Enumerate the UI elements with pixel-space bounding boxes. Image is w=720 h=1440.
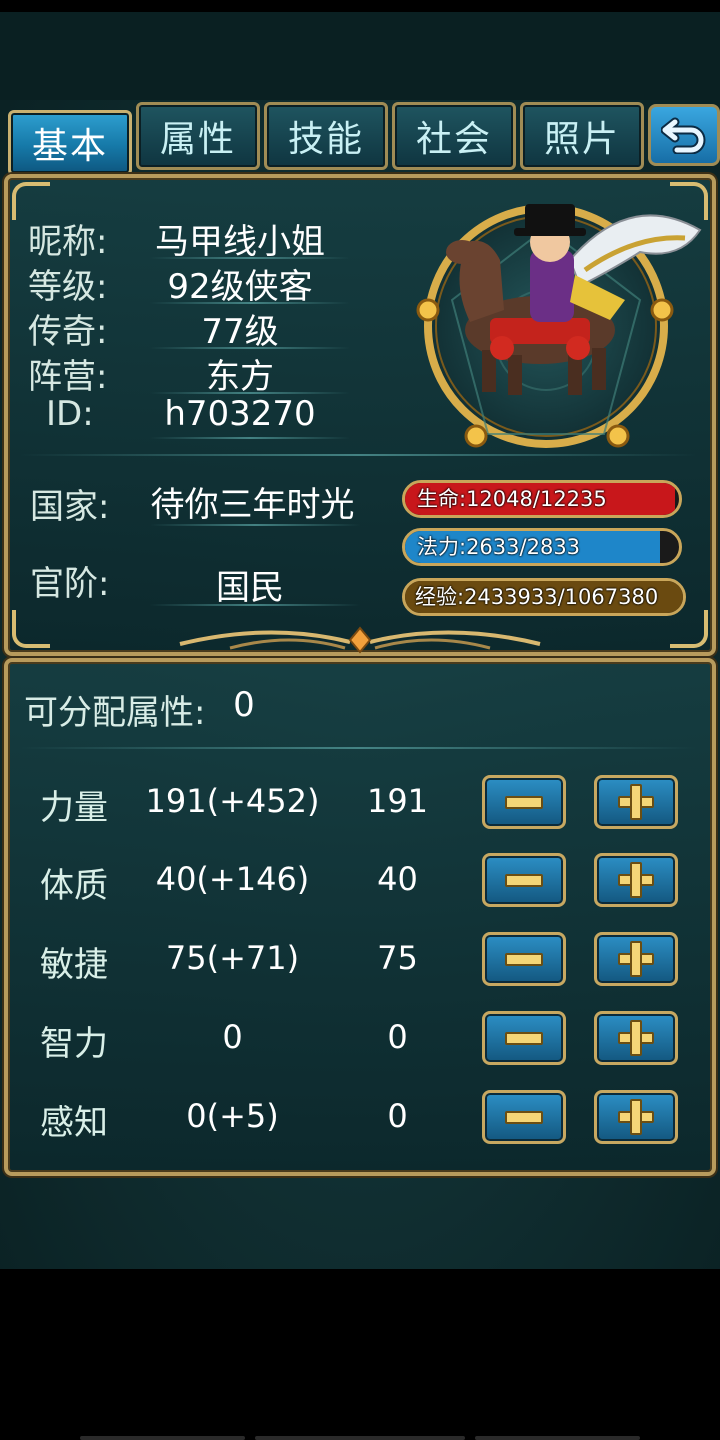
- mp-text: 法力:2633/2833: [417, 535, 581, 559]
- mp-bar: 法力:2633/2833: [402, 528, 682, 566]
- divider: [150, 604, 360, 606]
- country-value: 待你三年时光: [150, 485, 355, 525]
- section-divider: [20, 747, 696, 749]
- strength-plus-button[interactable]: [594, 775, 678, 829]
- perception-minus-button[interactable]: [482, 1090, 566, 1144]
- character-avatar: [416, 204, 702, 448]
- stat-total: 0(+5): [186, 1097, 279, 1135]
- minus-icon: [505, 795, 543, 809]
- intelligence-plus-button[interactable]: [594, 1011, 678, 1065]
- stat-total: 191(+452): [145, 782, 320, 820]
- camp-value: 东方: [206, 357, 274, 397]
- nickname-value: 马甲线小姐: [155, 222, 325, 262]
- plus-icon: [618, 1020, 654, 1056]
- strength-minus-button[interactable]: [482, 775, 566, 829]
- minus-icon: [505, 952, 543, 966]
- avatar-gem: [650, 298, 674, 322]
- divider: [150, 524, 360, 526]
- back-button[interactable]: [648, 104, 720, 166]
- ornament-center: [179, 626, 541, 654]
- nav-indicator: [80, 1436, 245, 1440]
- stat-base: 0: [387, 1097, 408, 1135]
- header-area: [0, 12, 720, 100]
- stat-total: 75(+71): [165, 939, 300, 977]
- free-points-value: 0: [233, 685, 255, 725]
- ornament-corner-br: [670, 610, 708, 648]
- divider: [150, 437, 350, 439]
- plus-icon: [618, 784, 654, 820]
- stat-name: 感知: [40, 1103, 108, 1143]
- plus-icon: [618, 1099, 654, 1135]
- nav-indicator: [475, 1436, 640, 1440]
- tab-skills[interactable]: 技能: [264, 102, 388, 170]
- avatar-gem: [464, 424, 488, 448]
- camp-label: 阵营:: [28, 357, 108, 397]
- agility-minus-button[interactable]: [482, 932, 566, 986]
- nav-indicator: [255, 1436, 465, 1440]
- tab-attributes[interactable]: 属性: [136, 102, 260, 170]
- tab-social[interactable]: 社会: [392, 102, 516, 170]
- hp-bar: 生命:12048/12235: [402, 480, 682, 518]
- stat-total: 40(+146): [155, 860, 310, 898]
- level-label: 等级:: [28, 267, 108, 307]
- tab-photos[interactable]: 照片: [520, 102, 644, 170]
- id-label: ID:: [46, 394, 94, 434]
- intelligence-minus-button[interactable]: [482, 1011, 566, 1065]
- country-label: 国家:: [30, 487, 110, 527]
- nickname-label: 昵称:: [28, 222, 108, 262]
- rank-value: 国民: [216, 568, 284, 608]
- constitution-plus-button[interactable]: [594, 853, 678, 907]
- stat-name: 力量: [40, 788, 108, 828]
- stat-base: 75: [377, 939, 418, 977]
- bottom-blank-area: [0, 1269, 720, 1440]
- back-arrow-icon: [661, 117, 706, 154]
- id-value: h703270: [164, 394, 316, 434]
- agility-plus-button[interactable]: [594, 932, 678, 986]
- rank-label: 官阶:: [30, 564, 110, 604]
- minus-icon: [505, 1031, 543, 1045]
- level-value: 92级侠客: [167, 267, 313, 307]
- exp-text: 经验:2433933/1067380: [415, 585, 659, 609]
- hp-text: 生命:12048/12235: [417, 487, 607, 511]
- plus-icon: [618, 941, 654, 977]
- minus-icon: [505, 873, 543, 887]
- avatar-gem: [416, 298, 440, 322]
- stat-base: 191: [366, 782, 429, 820]
- stat-name: 敏捷: [40, 945, 108, 985]
- legend-value: 77级: [201, 312, 279, 352]
- perception-plus-button[interactable]: [594, 1090, 678, 1144]
- stat-name: 智力: [40, 1024, 108, 1064]
- stat-total: 0: [222, 1018, 243, 1056]
- minus-icon: [505, 1110, 543, 1124]
- legend-label: 传奇:: [28, 312, 108, 352]
- stat-base: 0: [387, 1018, 408, 1056]
- tab-basic[interactable]: 基本: [8, 110, 132, 176]
- stat-name: 体质: [40, 866, 108, 906]
- stat-base: 40: [377, 860, 418, 898]
- plus-icon: [618, 862, 654, 898]
- exp-bar: 经验:2433933/1067380: [402, 578, 686, 616]
- constitution-minus-button[interactable]: [482, 853, 566, 907]
- avatar-gem: [606, 424, 630, 448]
- ornament-corner-bl: [12, 610, 50, 648]
- free-points-label: 可分配属性:: [24, 693, 206, 733]
- status-bar: [0, 0, 720, 12]
